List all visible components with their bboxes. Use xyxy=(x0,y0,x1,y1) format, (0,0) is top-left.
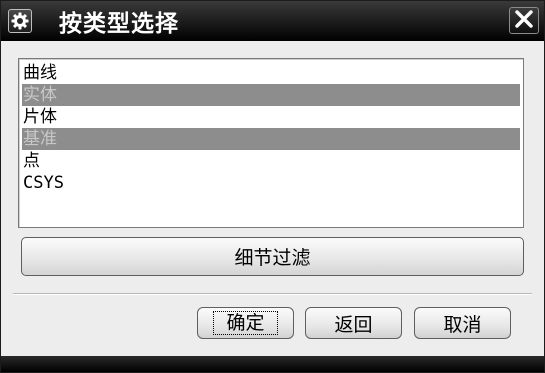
list-item-csys[interactable]: CSYS xyxy=(22,172,520,194)
list-item-label: 点 xyxy=(23,151,40,171)
select-by-type-dialog: 按类型选择 曲线 实体 片体 基准 点 CSYS 细节过滤 确定 返回 取消 xyxy=(0,0,545,373)
detail-filter-label: 细节过滤 xyxy=(234,247,311,269)
ok-button[interactable]: 确定 xyxy=(197,307,294,339)
title-bar[interactable]: 按类型选择 xyxy=(1,1,544,41)
dialog-title: 按类型选择 xyxy=(59,11,179,37)
list-item-label: 曲线 xyxy=(23,63,57,83)
cancel-button-label: 取消 xyxy=(443,313,482,336)
ok-button-label: 确定 xyxy=(213,311,278,335)
close-icon xyxy=(515,9,533,32)
list-item-datum[interactable]: 基准 xyxy=(22,128,520,150)
list-item-sheet[interactable]: 片体 xyxy=(22,106,520,128)
type-listbox[interactable]: 曲线 实体 片体 基准 点 CSYS xyxy=(18,58,524,228)
cancel-button[interactable]: 取消 xyxy=(414,307,511,339)
list-item-point[interactable]: 点 xyxy=(22,150,520,172)
detail-filter-button[interactable]: 细节过滤 xyxy=(21,237,524,276)
list-item-label: 片体 xyxy=(23,107,57,127)
list-item-label: 基准 xyxy=(23,129,57,149)
gear-icon[interactable] xyxy=(8,9,32,33)
list-item-solid[interactable]: 实体 xyxy=(22,84,520,106)
list-item-label: CSYS xyxy=(23,173,64,193)
list-item-label: 实体 xyxy=(23,85,57,105)
bottom-bar xyxy=(1,356,544,372)
back-button[interactable]: 返回 xyxy=(305,307,402,339)
back-button-label: 返回 xyxy=(334,313,373,336)
separator xyxy=(13,293,532,295)
close-button[interactable] xyxy=(509,7,539,34)
list-item-curve[interactable]: 曲线 xyxy=(22,62,520,84)
